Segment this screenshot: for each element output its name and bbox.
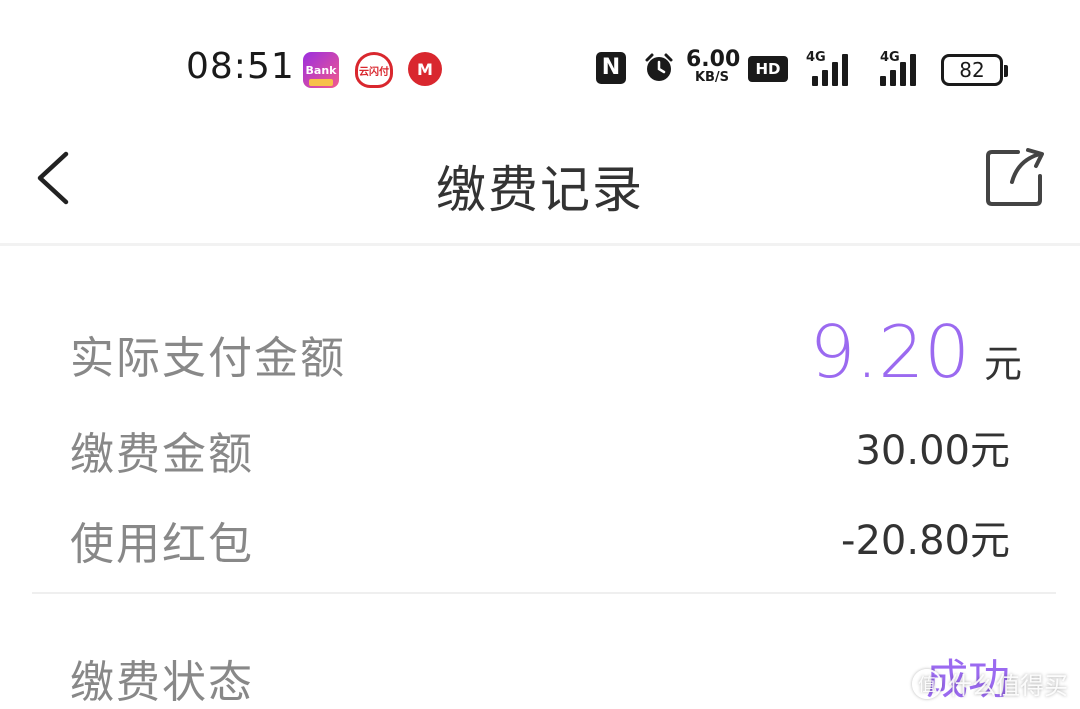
status-bar: 08:51 Bank 云闪付 M N 6.00 KB/S HD 4G 4G 82 — [0, 0, 1080, 130]
yunshanfu-app-icon: 云闪付 — [355, 52, 393, 88]
hd-icon: HD — [748, 56, 788, 82]
fee-amount-row: 缴费金额 30.00元 — [70, 418, 1010, 480]
payment-status-label: 缴费状态 — [70, 657, 254, 708]
fee-amount-value: 30.00元 — [855, 428, 1010, 474]
signal-strength-1: 4G — [806, 50, 858, 86]
actual-payment-value: 9.20 元 — [810, 310, 1022, 394]
yunshanfu-app-label: 云闪付 — [359, 66, 389, 78]
cmb-app-label: M — [417, 59, 433, 79]
fee-amount-label: 缴费金额 — [70, 429, 254, 480]
signal-strength-2: 4G — [868, 50, 920, 86]
cmb-app-icon: M — [408, 52, 442, 86]
net-speed-unit: KB/S — [694, 70, 730, 85]
actual-payment-unit: 元 — [983, 342, 1022, 386]
net-speed: 6.00 KB/S — [686, 47, 741, 86]
watermark-icon: 值 — [912, 668, 942, 699]
signal-2-label: 4G — [880, 50, 900, 65]
net-speed-value: 6.00 — [686, 47, 741, 72]
nfc-icon: N — [596, 52, 626, 84]
share-icon[interactable] — [984, 146, 1046, 208]
signal-1-label: 4G — [806, 50, 826, 65]
actual-payment-label: 实际支付金额 — [70, 333, 346, 384]
watermark-text: 什么值得买 — [948, 672, 1068, 700]
bank-app-label: Bank — [305, 63, 337, 77]
actual-payment-amount: 9.20 — [809, 310, 970, 394]
divider — [32, 592, 1056, 594]
payment-status-row: 缴费状态 成功 — [70, 646, 1010, 708]
status-time: 08:51 — [186, 46, 295, 87]
page-title: 缴费记录 — [436, 161, 644, 219]
nav-bar: 缴费记录 — [0, 130, 1080, 246]
red-packet-label: 使用红包 — [70, 519, 254, 570]
red-packet-value: -20.80元 — [841, 518, 1010, 564]
red-packet-row: 使用红包 -20.80元 — [70, 508, 1010, 570]
watermark: 值 什么值得买 — [912, 666, 1068, 701]
alarm-icon — [645, 53, 673, 81]
battery-icon: 82 — [941, 54, 1008, 86]
bank-app-icon: Bank — [303, 52, 339, 88]
actual-payment-row: 实际支付金额 9.20 元 — [70, 310, 1022, 394]
